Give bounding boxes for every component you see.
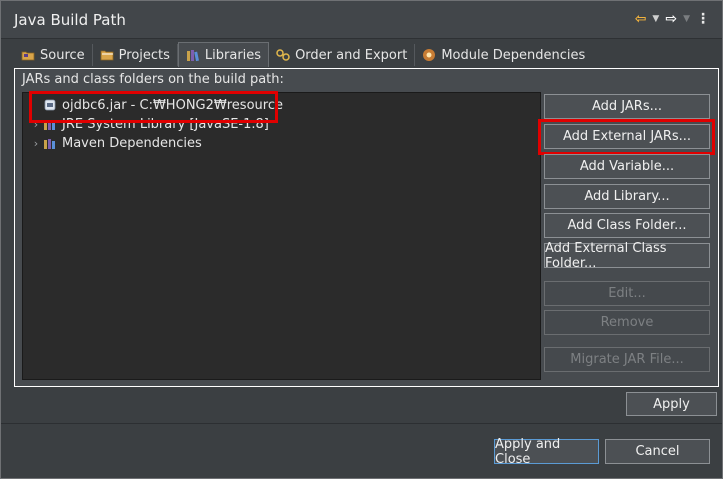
- tab-source[interactable]: Source: [14, 44, 93, 66]
- module-icon: [423, 49, 436, 61]
- tab-order-export-label: Order and Export: [295, 47, 408, 63]
- tab-module-dependencies[interactable]: Module Dependencies: [415, 44, 592, 66]
- add-external-class-folder-button[interactable]: Add External Class Folder...: [544, 241, 710, 271]
- add-library-button[interactable]: Add Library...: [544, 184, 710, 209]
- add-variable-button[interactable]: Add Variable...: [544, 154, 710, 179]
- tab-libraries-label: Libraries: [204, 47, 262, 63]
- source-folder-icon: [21, 51, 35, 61]
- forward-arrow-icon[interactable]: ⇨: [665, 11, 677, 27]
- build-path-label: JARs and class folders on the build path…: [22, 72, 284, 87]
- library-icon: [44, 139, 55, 149]
- projects-icon: [100, 50, 114, 61]
- remove-button[interactable]: Remove: [544, 310, 710, 335]
- cancel-button[interactable]: Cancel: [605, 439, 710, 464]
- libraries-icon: [186, 50, 199, 62]
- tree-item-maven-dependencies[interactable]: › Maven Dependencies: [29, 133, 202, 153]
- red-highlight-box-button: [538, 119, 715, 155]
- footer-separator: [1, 423, 722, 424]
- tab-bar: Source Projects Libraries Order and Expo…: [14, 42, 592, 68]
- edit-button[interactable]: Edit...: [544, 281, 710, 306]
- tab-module-dependencies-label: Module Dependencies: [441, 47, 586, 63]
- tab-libraries[interactable]: Libraries: [177, 42, 270, 67]
- back-arrow-icon[interactable]: ⇦: [635, 11, 647, 27]
- migrate-jar-button[interactable]: Migrate JAR File...: [544, 347, 710, 372]
- red-highlight-box-jar: [29, 91, 278, 123]
- tab-projects[interactable]: Projects: [93, 44, 178, 66]
- back-dropdown-icon[interactable]: ▼: [652, 14, 659, 24]
- add-jars-button[interactable]: Add JARs...: [544, 94, 710, 119]
- apply-button[interactable]: Apply: [626, 392, 717, 416]
- title-bar-navigation: ⇦ ▼ ⇨ ▼ ⋮: [635, 11, 710, 27]
- chevron-right-icon[interactable]: ›: [29, 137, 43, 150]
- forward-dropdown-icon[interactable]: ▼: [683, 14, 690, 24]
- menu-kebab-icon[interactable]: ⋮: [696, 11, 710, 27]
- build-path-tree[interactable]: ojdbc6.jar - C:₩HONG2₩resource › JRE Sys…: [22, 92, 541, 380]
- apply-and-close-button[interactable]: Apply and Close: [494, 437, 599, 467]
- tree-item-label: Maven Dependencies: [62, 135, 202, 151]
- title-bar: Java Build Path ⇦ ▼ ⇨ ▼ ⋮: [1, 1, 722, 39]
- tab-projects-label: Projects: [118, 47, 170, 63]
- order-export-icon: [276, 49, 290, 61]
- tab-source-label: Source: [40, 47, 85, 63]
- add-class-folder-button[interactable]: Add Class Folder...: [544, 213, 710, 238]
- dialog-title: Java Build Path: [14, 11, 126, 29]
- tab-order-export[interactable]: Order and Export: [269, 44, 416, 66]
